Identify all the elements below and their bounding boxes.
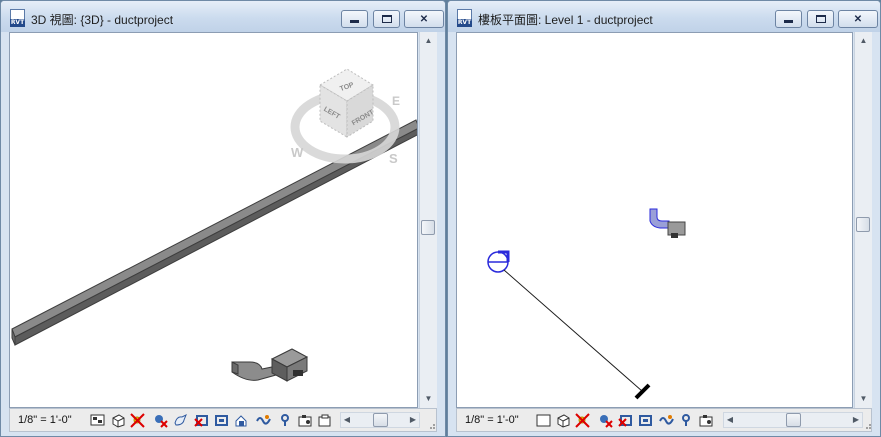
sun-path-icon[interactable] [575, 413, 590, 428]
window-title: 樓板平面圖: Level 1 - ductproject [478, 13, 653, 27]
resize-grip-icon[interactable] [428, 422, 436, 430]
scroll-down-arrow[interactable]: ▼ [855, 392, 872, 406]
view-scale[interactable]: 1/8" = 1'-0" [18, 414, 72, 426]
floor-plan-drawing [487, 208, 686, 400]
reveal-hidden-icon[interactable] [679, 413, 694, 428]
view-cube[interactable]: TOP LEFT FRONT W S E [290, 68, 400, 166]
show-crop-region-icon[interactable] [638, 413, 653, 428]
detail-level-icon[interactable] [536, 413, 551, 428]
analytical-model-icon[interactable] [317, 413, 332, 428]
scroll-thumb[interactable] [421, 220, 435, 235]
close-button[interactable]: ✕ [838, 10, 878, 28]
temporary-hide-icon[interactable] [256, 413, 271, 428]
crop-view-icon[interactable] [194, 413, 209, 428]
close-icon: ✕ [419, 13, 429, 25]
scroll-down-arrow[interactable]: ▼ [420, 392, 437, 406]
scroll-up-arrow[interactable]: ▲ [855, 34, 872, 48]
compass-west[interactable]: W [291, 145, 304, 160]
window-3d-view[interactable]: RVT 3D 視圖: {3D} - ductproject ✕ TOP LEFT… [0, 0, 446, 437]
show-crop-region-icon[interactable] [214, 413, 229, 428]
temporary-view-properties-icon[interactable] [699, 413, 714, 428]
compass-south[interactable]: S [389, 151, 398, 166]
elbow-duct-fitting[interactable] [231, 348, 309, 382]
compass-east[interactable]: E [392, 94, 400, 108]
3d-model-drawing: TOP LEFT FRONT W S E [11, 68, 417, 382]
minimize-button[interactable] [341, 10, 368, 28]
close-button[interactable]: ✕ [404, 10, 444, 28]
titlebar[interactable]: RVT 3D 視圖: {3D} - ductproject ✕ [1, 1, 445, 32]
temporary-view-properties-icon[interactable] [298, 413, 313, 428]
scroll-right-arrow[interactable]: ▶ [850, 413, 862, 427]
plan-duct-fitting[interactable] [649, 208, 686, 238]
visual-style-icon[interactable] [111, 413, 126, 428]
file-icon-label: RVT [10, 19, 25, 27]
window-floor-plan[interactable]: RVT 樓板平面圖: Level 1 - ductproject ✕ ▲ ▼ 1… [447, 0, 881, 437]
scroll-left-arrow[interactable]: ◀ [341, 413, 353, 427]
titlebar[interactable]: RVT 樓板平面圖: Level 1 - ductproject ✕ [448, 1, 880, 32]
horizontal-scrollbar[interactable]: ◀ ▶ [723, 412, 863, 428]
maximize-icon [381, 15, 392, 23]
revit-file-icon: RVT [10, 9, 25, 27]
scroll-left-arrow[interactable]: ◀ [724, 413, 736, 427]
maximize-button[interactable] [807, 10, 834, 28]
minimize-icon [350, 20, 359, 23]
detail-level-icon[interactable] [90, 413, 105, 428]
horizontal-scroll-thumb[interactable] [786, 413, 801, 427]
scroll-thumb[interactable] [856, 217, 870, 232]
lock-view-icon[interactable] [234, 413, 249, 428]
file-icon-label: RVT [457, 19, 472, 27]
vertical-scrollbar[interactable]: ▲ ▼ [419, 32, 437, 408]
view-control-bar: 1/8" = 1'-0" ◀ ▶ [456, 408, 872, 432]
resize-grip-icon[interactable] [864, 422, 872, 430]
floor-plan-canvas[interactable] [456, 32, 853, 408]
reveal-hidden-icon[interactable] [278, 413, 293, 428]
scroll-right-arrow[interactable]: ▶ [407, 413, 419, 427]
minimize-button[interactable] [775, 10, 802, 28]
scroll-up-arrow[interactable]: ▲ [420, 34, 437, 48]
window-title: 3D 視圖: {3D} - ductproject [31, 13, 174, 27]
shadows-icon[interactable] [598, 413, 613, 428]
render-icon[interactable] [173, 413, 188, 428]
visual-style-icon[interactable] [556, 413, 571, 428]
section-line[interactable] [503, 269, 643, 392]
3d-view-canvas[interactable]: TOP LEFT FRONT W S E [9, 32, 418, 408]
minimize-icon [784, 20, 793, 23]
shadows-icon[interactable] [153, 413, 168, 428]
horizontal-scroll-thumb[interactable] [373, 413, 388, 427]
revit-file-icon: RVT [457, 9, 472, 27]
elevation-marker[interactable] [487, 250, 510, 273]
close-icon: ✕ [853, 13, 863, 25]
temporary-hide-icon[interactable] [659, 413, 674, 428]
crop-view-icon[interactable] [618, 413, 633, 428]
horizontal-scrollbar[interactable]: ◀ ▶ [340, 412, 420, 428]
view-control-bar: 1/8" = 1'-0" ◀ ▶ [9, 408, 437, 432]
sun-path-icon[interactable] [130, 413, 145, 428]
vertical-scrollbar[interactable]: ▲ ▼ [854, 32, 872, 408]
maximize-icon [815, 15, 826, 23]
maximize-button[interactable] [373, 10, 400, 28]
view-scale[interactable]: 1/8" = 1'-0" [465, 414, 519, 426]
